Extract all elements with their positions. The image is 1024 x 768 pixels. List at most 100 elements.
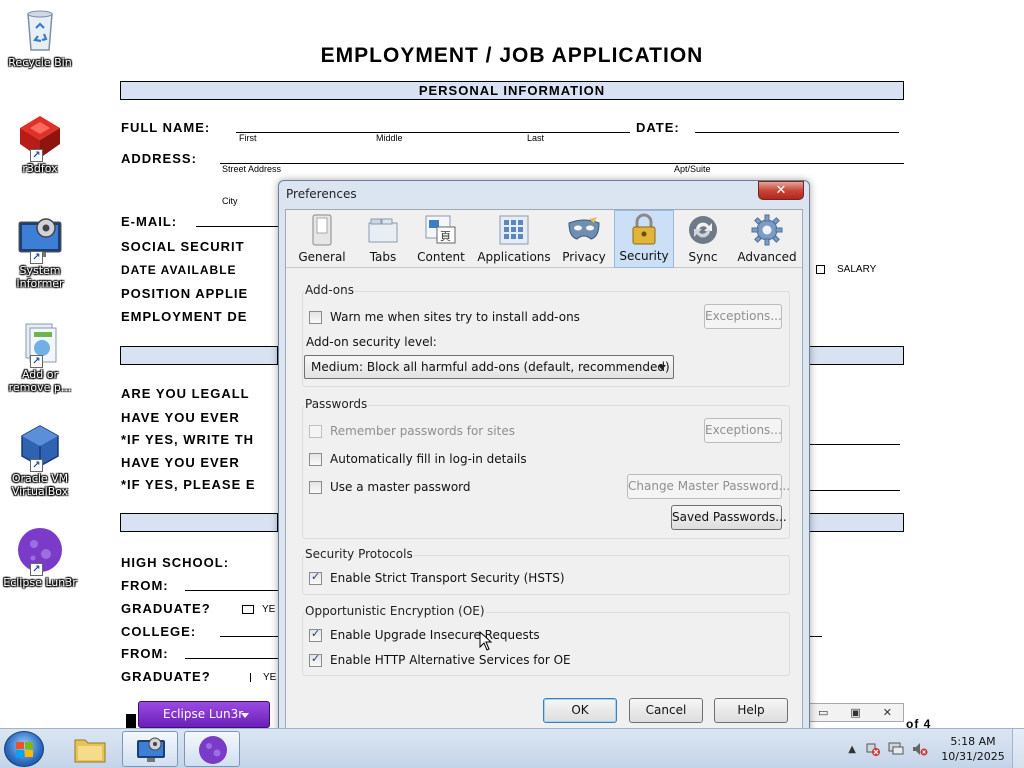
desktop-icon-system-informer[interactable]: ↗ System Informer [2, 214, 78, 290]
college-label: COLLEGE: [121, 624, 197, 639]
personal-info-bar: PERSONAL INFORMATION [120, 81, 904, 100]
checkbox[interactable] [309, 652, 322, 667]
close-icon: ✕ [775, 183, 787, 198]
desktop-icon-add-remove-programs[interactable]: ↗ Add or remove p... [2, 318, 78, 394]
tab-content[interactable]: 頁 Content [408, 210, 474, 268]
minimize-icon[interactable]: ▭ [818, 706, 828, 719]
question-if-yes-write: *IF YES, WRITE TH [121, 432, 255, 447]
master-password-label: Use a master password [330, 480, 471, 494]
tab-sync[interactable]: Sync [674, 210, 732, 268]
general-icon [305, 214, 339, 246]
display-icon[interactable] [888, 742, 904, 756]
tab-label: Security [619, 249, 669, 263]
tab-label: Sync [688, 250, 718, 264]
remember-passwords-checkbox[interactable]: Remember passwords for sites [309, 424, 515, 438]
graduate-label: GRADUATE? [121, 601, 211, 616]
folder-icon [74, 739, 106, 763]
windows-logo-icon [16, 742, 33, 757]
privacy-mask-icon [567, 214, 601, 246]
checkbox[interactable] [309, 570, 322, 585]
checkbox[interactable] [309, 452, 322, 466]
desktop-icon-label: Eclipse Lun3r [3, 576, 77, 589]
eclipse-lun3r-icon: ↗ [16, 526, 64, 576]
street-caption: Street Address [222, 164, 282, 174]
master-password-checkbox[interactable]: Use a master password [309, 480, 471, 494]
addons-exceptions-button[interactable]: Exceptions... [704, 304, 782, 329]
taskbar-system-informer[interactable] [122, 731, 178, 767]
network-warning-icon[interactable] [866, 742, 880, 756]
shortcut-arrow-icon: ↗ [30, 355, 43, 368]
saved-passwords-button[interactable]: Saved Passwords... [671, 505, 787, 530]
taskbar-clock[interactable]: 5:18 AM 10/31/2025 [934, 734, 1012, 764]
show-desktop-button[interactable] [1012, 729, 1024, 768]
chevron-down-icon [658, 365, 666, 370]
eclipse-lun3r-button-label: Eclipse Lun3r [163, 707, 244, 721]
tab-label: Advanced [737, 250, 797, 264]
addon-security-level-select[interactable]: Medium: Block all harmful add-ons (defau… [304, 355, 674, 379]
section-bar-2 [120, 346, 278, 365]
addon-security-level-value: Medium: Block all harmful add-ons (defau… [311, 360, 670, 374]
recycle-bin-icon [16, 6, 64, 54]
position-label: POSITION APPLIE [121, 286, 249, 301]
change-master-password-button[interactable]: Change Master Password... [627, 474, 790, 499]
tab-label: Tabs [369, 250, 397, 264]
volume-muted-icon[interactable] [912, 742, 928, 756]
desktop-icon-r3dfox[interactable]: ↗ r3dfox [2, 112, 78, 175]
gear-icon [750, 214, 784, 246]
tab-label: Content [417, 250, 465, 264]
desktop-icon-virtualbox[interactable]: ↗ Oracle VM VirtualBox [2, 422, 78, 498]
mouse-cursor-icon [479, 631, 493, 651]
checkbox[interactable] [309, 480, 322, 494]
desktop-icon-label: r3dfox [22, 162, 58, 175]
question-legally: ARE YOU LEGALL [121, 386, 250, 401]
show-hidden-icons-icon[interactable]: ▲ [848, 744, 856, 755]
passwords-exceptions-button[interactable]: Exceptions... [704, 418, 782, 443]
from-label: FROM: [121, 578, 169, 593]
system-tray: ▲ 5:18 AM 10/31/2025 [848, 729, 1024, 768]
address-label: ADDRESS: [121, 151, 197, 166]
graduate-yes-option: YE [242, 604, 275, 615]
passwords-title: Passwords [304, 397, 369, 411]
taskbar-explorer[interactable] [62, 731, 118, 767]
tab-advanced[interactable]: Advanced [732, 210, 802, 268]
hsts-label: Enable Strict Transport Security (HSTS) [330, 571, 565, 585]
hsts-checkbox[interactable]: Enable Strict Transport Security (HSTS) [309, 570, 565, 585]
cancel-button[interactable]: Cancel [629, 698, 703, 723]
tab-privacy[interactable]: Privacy [554, 210, 614, 268]
eclipse-lun3r-menu-button[interactable]: Eclipse Lun3r [138, 701, 270, 728]
tab-tabs[interactable]: Tabs [358, 210, 408, 268]
salary-caption: SALARY [816, 264, 876, 275]
taskbar-eclipse-lun3r[interactable] [184, 731, 240, 767]
chevron-down-icon [241, 713, 249, 718]
desktop-icon-label: System Informer [16, 264, 64, 290]
question-have-you-ever-1: HAVE YOU EVER [121, 410, 240, 425]
autofill-checkbox[interactable]: Automatically fill in log-in details [309, 452, 527, 466]
tab-security[interactable]: Security [614, 210, 674, 268]
ok-button[interactable]: OK [543, 698, 617, 723]
document-title: EMPLOYMENT / JOB APPLICATION [320, 44, 704, 67]
tab-label: General [298, 250, 346, 264]
help-button[interactable]: Help [714, 698, 788, 723]
start-button[interactable] [4, 731, 44, 767]
tab-general[interactable]: General [286, 210, 358, 268]
checkbox[interactable] [309, 424, 322, 438]
alt-services-checkbox[interactable]: Enable HTTP Alternative Services for OE [309, 652, 571, 667]
desktop-icon-eclipse-lun3r[interactable]: ↗ Eclipse Lun3r [2, 526, 78, 589]
dialog-title: Preferences [286, 187, 357, 201]
dialog-close-button[interactable]: ✕ [758, 181, 804, 200]
warn-addons-checkbox[interactable]: Warn me when sites try to install add-on… [309, 310, 580, 324]
content-icon: 頁 [424, 214, 458, 246]
desktop-icon-recycle-bin[interactable]: Recycle Bin [2, 6, 78, 69]
alt-services-label: Enable HTTP Alternative Services for OE [330, 653, 571, 667]
from-label-2: FROM: [121, 646, 169, 661]
restore-icon[interactable]: ▣ [850, 706, 860, 719]
tab-label: Applications [477, 250, 551, 264]
tab-applications[interactable]: Applications [474, 210, 554, 268]
checkbox[interactable] [309, 627, 322, 642]
upgrade-insecure-label: Enable Upgrade Insecure Requests [330, 628, 540, 642]
close-icon[interactable]: ✕ [883, 706, 892, 719]
upgrade-insecure-checkbox[interactable]: Enable Upgrade Insecure Requests [309, 627, 540, 642]
apt-caption: Apt/Suite [674, 164, 711, 174]
tab-label: Privacy [562, 250, 606, 264]
checkbox[interactable] [309, 310, 322, 324]
